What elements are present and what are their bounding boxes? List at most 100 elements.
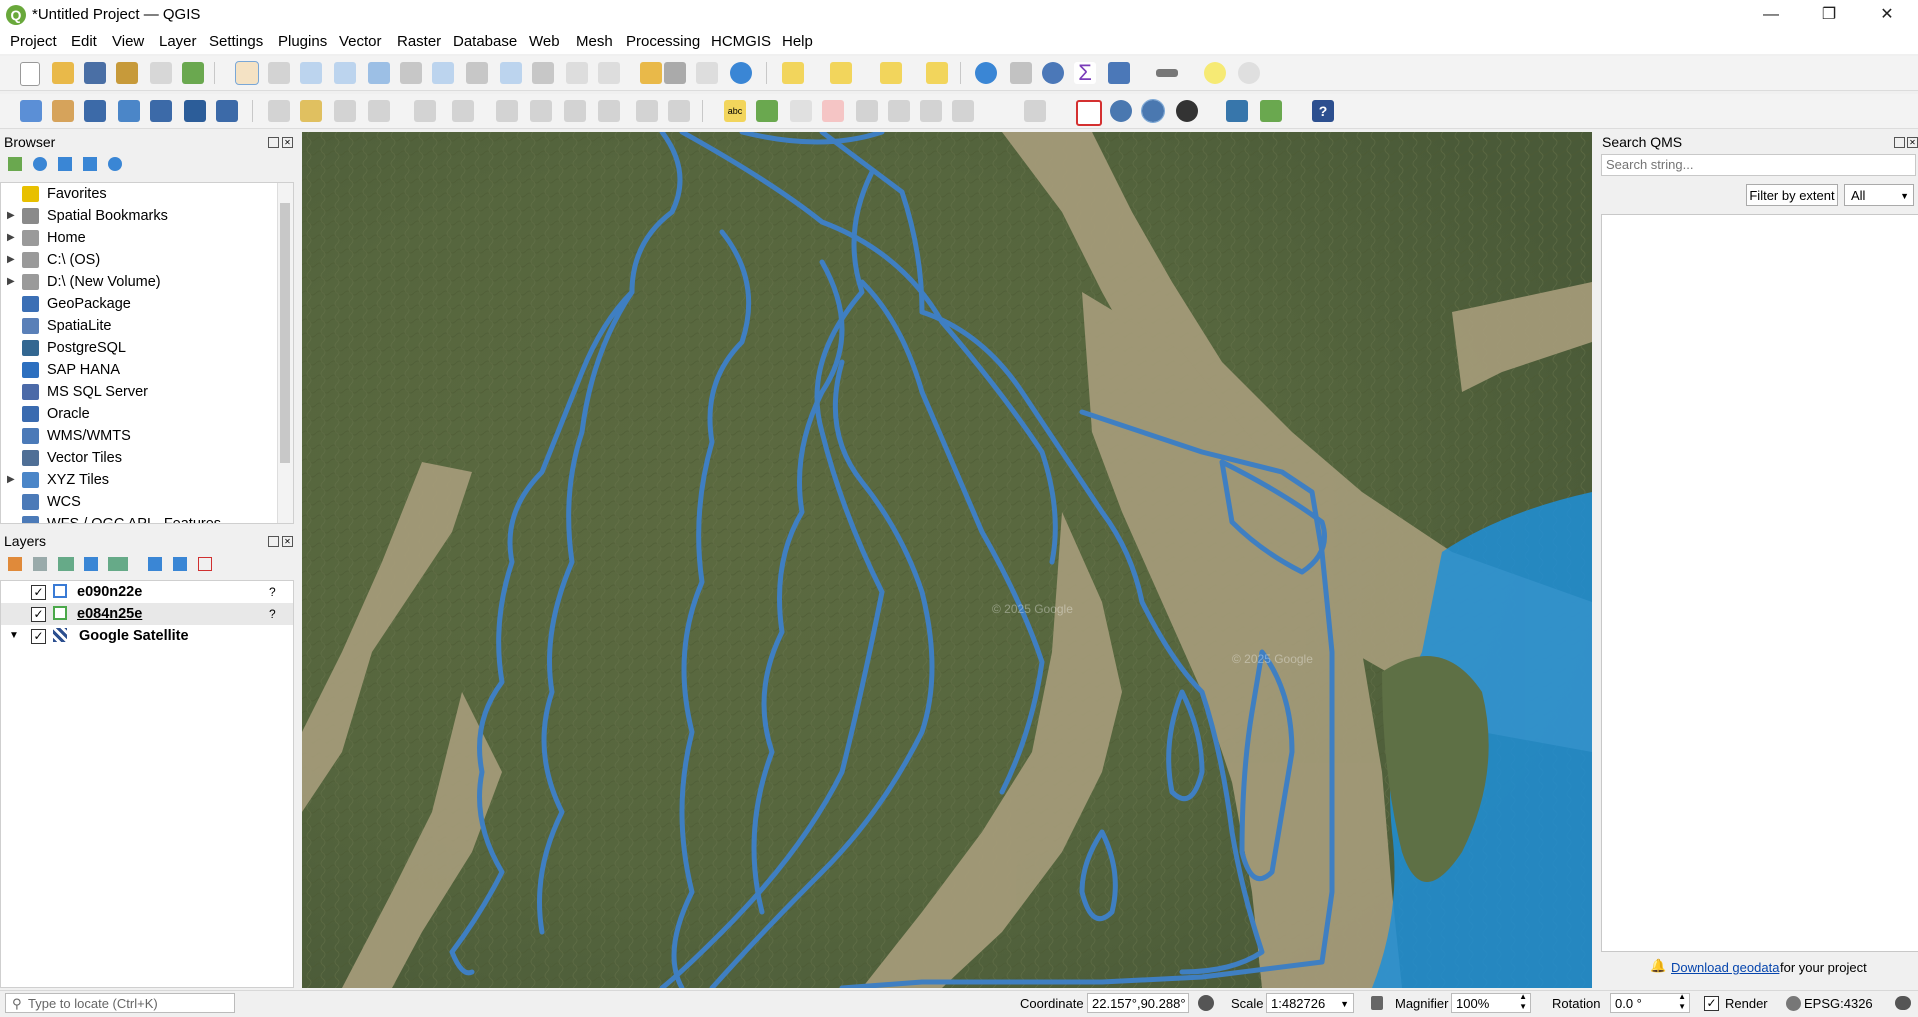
layers-float-icon[interactable] (268, 536, 279, 547)
menu-edit[interactable]: Edit (71, 33, 97, 50)
globe-search-icon[interactable] (1110, 100, 1132, 122)
scale-combo[interactable]: 1:482726 ▼ (1266, 993, 1354, 1013)
qms-close-icon[interactable]: ✕ (1907, 137, 1918, 148)
layer-stack-icon[interactable] (1260, 100, 1282, 122)
zoom-last-icon[interactable] (500, 62, 522, 84)
filter-by-expression-icon[interactable] (108, 557, 128, 571)
add-feature-icon[interactable] (368, 100, 390, 122)
menu-settings[interactable]: Settings (209, 33, 263, 50)
browser-collapse-icon[interactable] (83, 157, 97, 171)
show-hide-labels-icon[interactable] (1024, 100, 1046, 122)
cut-features-icon[interactable] (530, 100, 552, 122)
highlight-pinned-labels-icon[interactable] (790, 100, 812, 122)
browser-scroll-thumb[interactable] (280, 203, 290, 463)
new-3d-view-icon[interactable] (598, 62, 620, 84)
zoom-next-icon[interactable] (532, 62, 554, 84)
toggle-label-display-icon[interactable] (822, 100, 844, 122)
zoom-out-icon[interactable] (334, 62, 356, 84)
open-field-calc-icon[interactable] (1108, 62, 1130, 84)
expand-arrow-icon[interactable]: ▶ (7, 227, 15, 249)
show-bookmarks-icon[interactable] (664, 62, 686, 84)
zoom-full-icon[interactable] (368, 62, 390, 84)
menu-layer[interactable]: Layer (159, 33, 197, 50)
layer-symbol-swatch[interactable] (53, 606, 67, 620)
new-project-icon[interactable] (20, 62, 40, 86)
layer-name[interactable]: e084n25e (77, 603, 142, 625)
qms-filter-select[interactable]: All ▼ (1844, 184, 1914, 206)
save-project-icon[interactable] (84, 62, 106, 84)
digitize-icon[interactable] (118, 100, 140, 122)
menu-raster[interactable]: Raster (397, 33, 441, 50)
pan-to-selection-icon[interactable] (268, 62, 290, 84)
copy-features-icon[interactable] (564, 100, 586, 122)
layers-tree[interactable]: ✓ e090n22e ? ✓ e084n25e ? ▼ ✓ Google Sat… (0, 580, 294, 988)
pan-hand-icon[interactable] (235, 61, 259, 85)
expand-arrow-icon[interactable]: ▶ (7, 205, 15, 227)
collapse-all-icon[interactable] (173, 557, 187, 571)
new-bookmark-icon[interactable] (640, 62, 662, 84)
deselect-all-icon[interactable] (880, 62, 902, 84)
spin-arrows-icon[interactable]: ▲ ▼ (1678, 992, 1686, 1012)
expand-all-icon[interactable] (148, 557, 162, 571)
delete-selected-icon[interactable] (496, 100, 518, 122)
vertex-tool-icon[interactable] (414, 100, 436, 122)
restore-button[interactable]: ❐ (1806, 0, 1852, 30)
qms-float-icon[interactable] (1894, 137, 1905, 148)
zoom-to-layer-icon[interactable] (432, 62, 454, 84)
browser-close-icon[interactable]: ✕ (282, 137, 293, 148)
map-canvas[interactable]: © 2025 Google © 2025 Google (302, 132, 1592, 988)
lock-scale-icon[interactable] (1371, 996, 1383, 1010)
zoom-to-selection-icon[interactable] (400, 62, 422, 84)
messages-icon[interactable] (1895, 996, 1911, 1010)
spin-arrows-icon[interactable]: ▲ ▼ (1519, 992, 1527, 1012)
help-icon[interactable]: ? (1312, 100, 1334, 122)
crs-button[interactable]: EPSG:4326 (1804, 996, 1873, 1011)
identify-icon[interactable] (975, 62, 997, 84)
layers-close-icon[interactable]: ✕ (282, 536, 293, 547)
layer-name[interactable]: e090n22e (77, 581, 142, 603)
new-geopackage-layer-icon[interactable] (52, 100, 74, 122)
menu-project[interactable]: Project (10, 33, 57, 50)
browser-scrollbar[interactable] (277, 183, 293, 523)
save-as-icon[interactable] (116, 62, 138, 84)
menu-help[interactable]: Help (782, 33, 813, 50)
locator-filter-icon[interactable] (1238, 62, 1260, 84)
magnifier-spinbox[interactable]: 100% ▲ ▼ (1451, 992, 1531, 1013)
menu-vector[interactable]: Vector (339, 33, 382, 50)
coordinate-field[interactable]: 22.157°,90.288° (1087, 993, 1189, 1013)
attribute-table-icon[interactable] (1010, 62, 1032, 84)
filter-by-extent-button[interactable]: Filter by extent (1746, 184, 1838, 206)
menu-hcmgis[interactable]: HCMGIS (711, 33, 771, 50)
browser-info-icon[interactable] (108, 157, 122, 171)
change-label-icon[interactable] (920, 100, 942, 122)
mouse-coordinate-toggle-icon[interactable] (1198, 995, 1214, 1011)
qms-globe-icon[interactable] (1141, 99, 1165, 123)
label-toolbar-icon[interactable]: abc (724, 100, 746, 122)
new-virtual-layer-icon[interactable] (150, 100, 172, 122)
browser-tree[interactable]: Favorites ▶ Spatial Bookmarks ▶ Home ▶ C:\ (OS… (0, 182, 294, 524)
qms-search-input[interactable] (1601, 154, 1916, 176)
print-layout-icon[interactable] (150, 62, 172, 84)
menu-plugins[interactable]: Plugins (278, 33, 327, 50)
layer-styling-icon[interactable] (8, 557, 22, 571)
save-edits-icon[interactable] (334, 100, 356, 122)
menu-processing[interactable]: Processing (626, 33, 700, 50)
remove-layer-icon[interactable] (198, 557, 212, 571)
layer-name[interactable]: Google Satellite (79, 625, 189, 647)
locator-input[interactable]: ⚲ Type to locate (Ctrl+K) (5, 993, 235, 1013)
add-raster-icon[interactable] (184, 100, 206, 122)
layer-warning-icon[interactable]: ? (269, 603, 276, 625)
menu-view[interactable]: View (112, 33, 144, 50)
layer-visibility-checkbox[interactable]: ✓ (31, 629, 46, 644)
undo-icon[interactable] (636, 100, 658, 122)
browser-float-icon[interactable] (268, 137, 279, 148)
open-project-icon[interactable] (52, 62, 74, 84)
layer-row[interactable]: ✓ e084n25e ? (1, 603, 293, 625)
add-vector-icon[interactable] (216, 100, 238, 122)
render-checkbox[interactable]: ✓ (1704, 996, 1719, 1011)
manage-map-themes-icon[interactable] (58, 557, 74, 571)
current-edits-icon[interactable] (268, 100, 290, 122)
select-by-expression-icon[interactable] (830, 62, 852, 84)
toolbox-gear-icon[interactable] (1042, 62, 1064, 84)
download-geodata-link[interactable]: Download geodata (1671, 960, 1779, 975)
